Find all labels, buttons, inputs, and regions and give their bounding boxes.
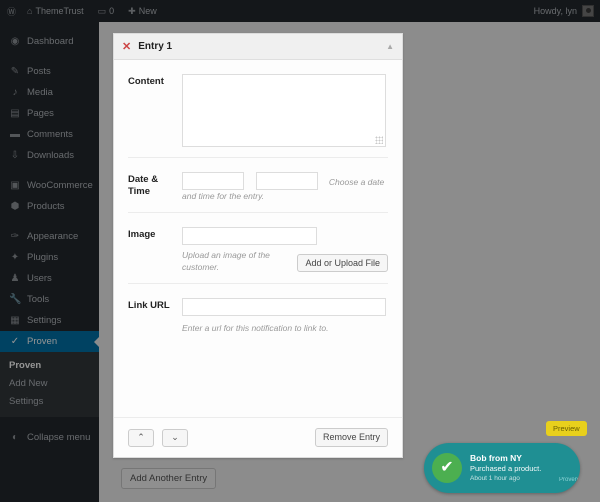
resize-grip-icon[interactable]	[375, 136, 383, 144]
remove-entry-button[interactable]: Remove Entry	[314, 428, 388, 447]
entry-panel-title: Entry 1	[138, 41, 173, 52]
link-url-control: Enter a url for this notification to lin…	[182, 298, 388, 333]
link-url-input[interactable]	[182, 298, 386, 317]
field-row-datetime: Date & Time Choose a date and time for t…	[128, 158, 388, 214]
datetime-label: Date & Time	[128, 174, 159, 197]
date-input[interactable]	[182, 172, 244, 190]
preview-badge: Preview	[546, 421, 587, 436]
notification-text: Bob from NY Purchased a product. About 1…	[470, 453, 580, 483]
move-entry-down-button[interactable]: ⌄	[162, 428, 188, 447]
image-label: Image	[128, 229, 156, 241]
notification-name: Bob from NY	[470, 453, 522, 463]
time-input[interactable]	[256, 172, 319, 190]
image-control: Upload an image of the customer. Add or …	[182, 227, 388, 273]
field-row-image: Image Upload an image of the customer. A…	[128, 213, 388, 285]
content-textarea[interactable]	[182, 74, 386, 147]
datetime-hint-inline: Choose a date	[328, 177, 385, 188]
field-row-link-url: Link URL Enter a url for this notificati…	[128, 284, 388, 343]
upload-button-wrap: Add or Upload File	[297, 253, 388, 273]
move-entry-up-button[interactable]: ⌃	[128, 428, 154, 447]
image-hint: Upload an image of the customer.	[182, 250, 270, 273]
image-input[interactable]	[182, 227, 317, 246]
proven-notification-widget[interactable]: ✔ Bob from NY Purchased a product. About…	[424, 443, 580, 493]
notification-message: Purchased a product.	[470, 464, 542, 473]
chevron-up-icon[interactable]: ▲	[386, 42, 394, 51]
entry-panel-header: ✕ Entry 1 ▲	[114, 34, 402, 60]
entry-panel: ✕ Entry 1 ▲ Content Date & Time Choose a…	[113, 33, 403, 458]
add-or-upload-file-button[interactable]: Add or Upload File	[297, 254, 388, 273]
datetime-hint-wrap: and time for the entry.	[182, 191, 265, 202]
checkmark-circle-icon: ✔	[432, 453, 462, 483]
entry-panel-body: Content Date & Time Choose a date and ti…	[114, 60, 402, 417]
datetime-control: Choose a date and time for the entry.	[182, 172, 388, 202]
notification-brand: Proven	[558, 477, 578, 483]
entry-panel-footer: ⌃ ⌄ Remove Entry	[114, 417, 402, 457]
content-control	[182, 74, 388, 147]
field-row-content: Content	[128, 60, 388, 158]
content-label: Content	[128, 76, 164, 87]
link-url-label: Link URL	[128, 300, 170, 312]
screen: Ⓦ ⌂ ThemeTrust ▭ 0 ✚ New Howdy, lyn ◉ Da…	[0, 0, 600, 502]
close-x-icon[interactable]: ✕	[122, 40, 131, 53]
link-url-hint: Enter a url for this notification to lin…	[182, 322, 329, 333]
